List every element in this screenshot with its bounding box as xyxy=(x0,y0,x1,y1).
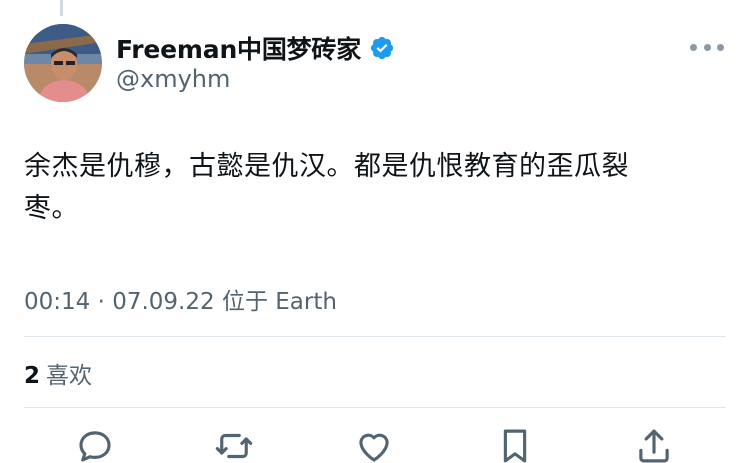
avatar[interactable] xyxy=(24,24,102,102)
share-icon[interactable] xyxy=(633,425,675,463)
tweet-text: 余杰是仇穆，古懿是仇汉。都是仇恨教育的歪瓜裂 枣。 xyxy=(24,146,714,230)
heart-icon[interactable] xyxy=(353,425,395,463)
reply-icon[interactable] xyxy=(74,425,116,463)
action-bar xyxy=(0,425,750,463)
likes-summary[interactable]: 2 喜欢 xyxy=(24,356,92,390)
verified-badge-icon xyxy=(369,35,395,61)
divider xyxy=(24,407,726,408)
author-display-name[interactable]: Freeman中国梦砖家 xyxy=(116,30,361,66)
likes-count: 2 xyxy=(24,363,41,389)
tweet-timestamp[interactable]: 00:14 · 07.09.22 位于 Earth xyxy=(24,282,337,316)
bookmark-icon[interactable] xyxy=(494,425,536,463)
more-options-icon[interactable] xyxy=(690,40,724,54)
tweet-header: Freeman中国梦砖家 @xmyhm xyxy=(0,0,750,110)
retweet-icon[interactable] xyxy=(213,425,255,463)
tweet-text-line: 枣。 xyxy=(24,193,79,224)
avatar-image xyxy=(24,24,102,102)
divider xyxy=(24,336,726,337)
tweet-text-line: 余杰是仇穆，古懿是仇汉。都是仇恨教育的歪瓜裂 xyxy=(24,151,629,182)
author-handle[interactable]: @xmyhm xyxy=(116,65,230,93)
author-name-row: Freeman中国梦砖家 xyxy=(116,30,395,66)
likes-label: 喜欢 xyxy=(46,363,93,389)
